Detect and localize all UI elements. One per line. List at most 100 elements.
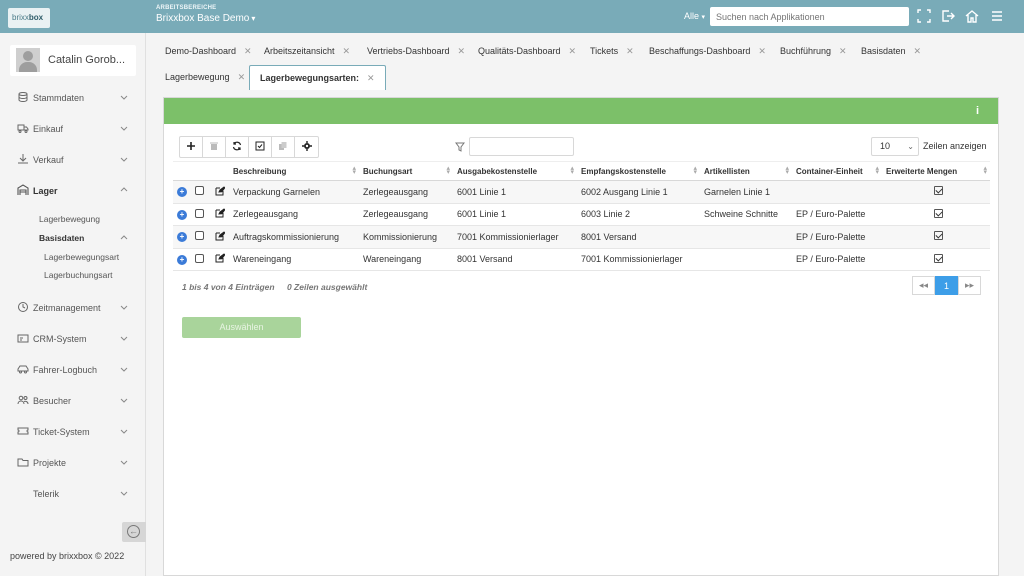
close-icon[interactable]: ✕ (367, 73, 375, 83)
chevron-down-icon (119, 364, 129, 374)
column-header-buchungsart[interactable]: Buchungsart ▴ ▾ (359, 161, 453, 181)
sidebar: Catalin Gorob... Stammdaten Einkauf Verk… (0, 33, 146, 576)
close-icon[interactable]: ✕ (626, 46, 634, 56)
expand-row-icon[interactable]: + (177, 187, 187, 198)
sort-icon: ▴ ▾ (352, 165, 356, 176)
column-header-empfangskostenstelle[interactable]: Empfangskostenstelle ▴ ▾ (577, 161, 700, 181)
sidebar-item-verkauf[interactable]: Verkauf (0, 150, 146, 170)
previous-page-button[interactable]: ◂◂ (912, 276, 935, 295)
table-info: 1 bis 4 von 4 Einträgen 0 Zeilen ausgewä… (182, 282, 377, 292)
sidebar-item-ticket-system[interactable]: Ticket-System (0, 422, 146, 442)
tab-tickets[interactable]: Tickets ✕ (590, 40, 634, 62)
next-page-button[interactable]: ▸▸ (958, 276, 981, 295)
close-icon[interactable]: ✕ (569, 46, 577, 56)
chevron-up-icon (119, 233, 129, 243)
sidebar-item-projekte[interactable]: Projekte (0, 453, 146, 473)
sidebar-item-telerik[interactable]: Telerik (0, 484, 146, 504)
filter-input[interactable] (469, 137, 574, 156)
select-all-button[interactable] (249, 137, 272, 157)
chevron-down-icon (119, 457, 129, 467)
sidebar-item-besucher[interactable]: Besucher (0, 391, 146, 411)
add-button[interactable] (180, 137, 203, 157)
table-row[interactable]: + Zerlegeausgang Zerlegeausgang 6001 Lin… (173, 203, 990, 226)
menu-icon[interactable] (990, 9, 1006, 25)
scope-dropdown[interactable]: Alle ▾ (684, 11, 705, 21)
select-button[interactable]: Auswählen (182, 317, 301, 338)
refresh-icon (232, 141, 242, 153)
tab-arbeitszeitansicht[interactable]: Arbeitszeitansicht ✕ (264, 40, 350, 62)
plus-icon (186, 141, 196, 153)
column-header-container-einheit[interactable]: Container-Einheit ▴ ▾ (792, 161, 882, 181)
workspace-selector[interactable]: ARBEITSBEREICHE Brixxbox Base Demo ▾ (156, 5, 255, 24)
user-profile[interactable]: Catalin Gorob... (10, 45, 136, 76)
page-scrollbar[interactable] (1015, 33, 1024, 576)
column-header-beschreibung[interactable]: Beschreibung ▴ ▾ (229, 161, 359, 181)
sidebar-item-zeitmanagement[interactable]: Zeitmanagement (0, 298, 146, 318)
hand-icon (17, 153, 29, 165)
sidebar-subitem-lagerbuchungsart[interactable]: Lagerbuchungsart (44, 270, 113, 280)
table-row[interactable]: + Wareneingang Wareneingang 8001 Versand… (173, 248, 990, 271)
close-icon[interactable]: ✕ (839, 46, 847, 56)
row-checkbox[interactable] (195, 186, 204, 196)
settings-button[interactable] (295, 137, 318, 157)
close-icon[interactable]: ✕ (914, 46, 922, 56)
edit-icon[interactable] (211, 248, 229, 271)
tab-bar: Demo-Dashboard ✕ Arbeitszeitansicht ✕ Vert… (147, 33, 1024, 91)
sidebar-subitem-lagerbewegung[interactable]: Lagerbewegung (39, 214, 100, 224)
expand-row-icon[interactable]: + (177, 209, 187, 220)
home-icon[interactable] (965, 9, 981, 25)
cell-beschreibung: Wareneingang (229, 248, 359, 271)
close-icon[interactable]: ✕ (458, 46, 466, 56)
expand-row-icon[interactable]: + (177, 232, 187, 243)
close-icon[interactable]: ✕ (238, 72, 246, 82)
cell-buchungsart: Zerlegeausgang (359, 203, 453, 226)
info-icon[interactable]: i (976, 105, 980, 117)
tab-lagerbewegung[interactable]: Lagerbewegung ✕ (165, 66, 245, 88)
column-header-artikellisten[interactable]: Artikellisten ▴ ▾ (700, 161, 792, 181)
sidebar-item-fahrer-logbuch[interactable]: Fahrer-Logbuch (0, 360, 146, 380)
row-checkbox[interactable] (195, 208, 204, 218)
app-search-input[interactable] (710, 7, 909, 26)
chevron-down-icon (119, 123, 129, 133)
column-header-erweiterte-mengen[interactable]: Erweiterte Mengen ▴ ▾ (882, 161, 990, 181)
sidebar-subitem-basisdaten[interactable]: Basisdaten (39, 233, 84, 243)
sidebar-item-stammdaten[interactable]: Stammdaten (0, 88, 146, 108)
tab-vertriebs-dashboard[interactable]: Vertriebs-Dashboard ✕ (367, 40, 465, 62)
fullscreen-icon[interactable] (917, 9, 933, 25)
row-checkbox[interactable] (195, 253, 204, 263)
edit-icon[interactable] (211, 225, 229, 249)
edit-icon[interactable] (211, 203, 229, 226)
collapse-sidebar-button[interactable]: ← (122, 522, 146, 542)
tab-lagerbewegungsarten[interactable]: Lagerbewegungsarten: ✕ (249, 65, 386, 90)
page-size-select[interactable]: 10 ⌄ (871, 137, 919, 156)
sidebar-item-crm[interactable]: CRM-System (0, 329, 146, 349)
tab-buchfuehrung[interactable]: Buchführung ✕ (780, 40, 847, 62)
sidebar-item-einkauf[interactable]: Einkauf (0, 119, 146, 139)
column-header-ausgabekostenstelle[interactable]: Ausgabekostenstelle ▴ ▾ (453, 161, 577, 181)
logout-icon[interactable] (941, 9, 957, 25)
table-row[interactable]: + Auftragskommissionierung Kommissionier… (173, 225, 990, 249)
row-checkbox[interactable] (195, 231, 204, 241)
check-square-icon (255, 141, 265, 153)
entries-info: 1 bis 4 von 4 Einträgen (182, 282, 275, 292)
refresh-button[interactable] (226, 137, 249, 157)
close-icon[interactable]: ✕ (244, 46, 252, 56)
tab-qualitaets-dashboard[interactable]: Qualitäts-Dashboard ✕ (478, 40, 576, 62)
expand-row-icon[interactable]: + (177, 254, 187, 265)
tab-basisdaten[interactable]: Basisdaten ✕ (861, 40, 921, 62)
edit-icon[interactable] (211, 180, 229, 204)
tab-demo-dashboard[interactable]: Demo-Dashboard ✕ (165, 40, 252, 62)
user-name: Catalin Gorob... (48, 54, 126, 66)
page-button[interactable]: 1 (935, 276, 958, 295)
sidebar-subitem-lagerbewegungsart[interactable]: Lagerbewegungsart (44, 252, 119, 262)
close-icon[interactable]: ✕ (758, 46, 766, 56)
brixxbox-logo[interactable]: brixxbox (8, 8, 50, 28)
table-row[interactable]: + Verpackung Garnelen Zerlegeausgang 600… (173, 180, 990, 204)
copy-button[interactable] (272, 137, 295, 157)
sidebar-item-lager[interactable]: Lager (0, 181, 146, 201)
close-icon[interactable]: ✕ (343, 46, 351, 56)
tab-beschaffungs-dashboard[interactable]: Beschaffungs-Dashboard ✕ (649, 40, 766, 62)
delete-button[interactable] (203, 137, 226, 157)
data-table: Beschreibung ▴ ▾ Buchungsart ▴ ▾ Ausgabekost… (173, 161, 990, 271)
chevron-down-icon (119, 333, 129, 343)
